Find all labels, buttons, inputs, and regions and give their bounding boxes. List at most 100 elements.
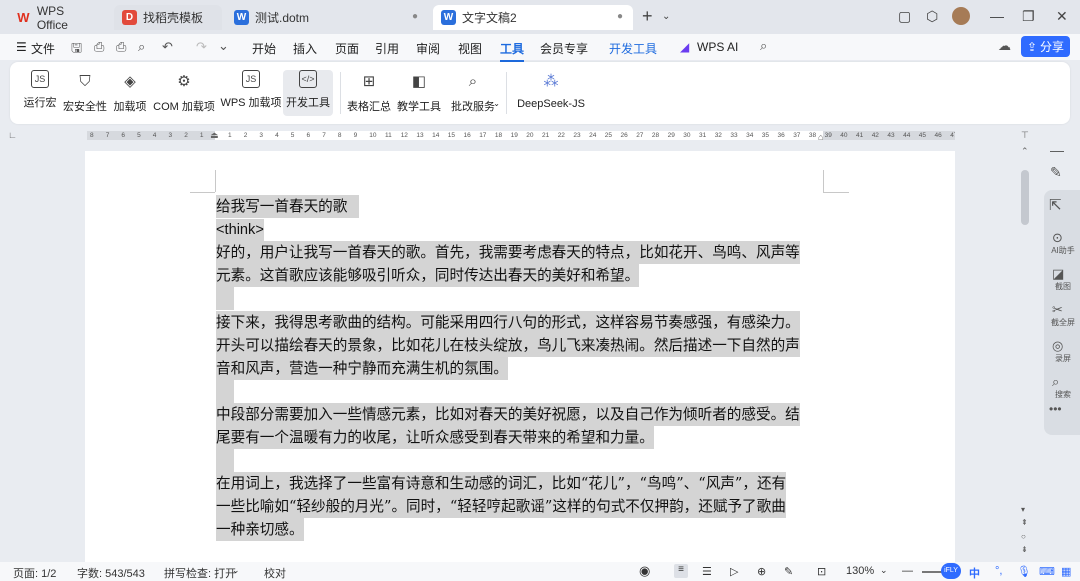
ribbon-button[interactable]: JS WPS 加载项 bbox=[220, 70, 282, 116]
minimize-icon[interactable]: — bbox=[990, 8, 1004, 24]
chevron-down-icon[interactable]: ⌄ bbox=[232, 565, 240, 576]
menu-item[interactable]: 开发工具 bbox=[609, 40, 657, 57]
close-icon[interactable]: ● bbox=[412, 11, 418, 22]
ribbon-button[interactable]: ◈ 加载项 bbox=[112, 70, 148, 116]
document-line[interactable] bbox=[216, 379, 234, 403]
menu-file[interactable]: 文件 bbox=[31, 40, 55, 57]
page-indicator[interactable]: 页面: 1/2 bbox=[13, 565, 56, 581]
ime-punct-icon[interactable]: °, bbox=[995, 565, 1002, 577]
ime-menu-icon[interactable]: ▦ bbox=[1061, 565, 1071, 578]
vertical-scrollbar[interactable] bbox=[1021, 170, 1029, 225]
hamburger-icon[interactable]: ☰ bbox=[16, 40, 27, 54]
tab-stop-icon[interactable]: ∟ bbox=[8, 130, 17, 140]
screenshot-icon[interactable]: ◪ bbox=[1052, 266, 1064, 282]
pen-icon[interactable]: ✎ bbox=[1050, 164, 1062, 181]
document-line[interactable]: 一些比喻如“轻纱般的月光”。同时，“轻轻哼起歌谣”这样的句式不仅押韵，还赋予了歌… bbox=[216, 495, 786, 519]
document-line[interactable]: 元素。这首歌应该能够吸引听众，同时传达出春天的美好和希望。 bbox=[216, 264, 640, 288]
cloud-upload-icon[interactable]: ☁ bbox=[998, 38, 1011, 54]
chevron-down-icon[interactable]: ⌄ bbox=[218, 38, 229, 54]
ai-assistant-icon[interactable]: ⊙ bbox=[1052, 230, 1063, 246]
menu-item[interactable]: 页面 bbox=[335, 40, 359, 57]
proofread[interactable]: 校对 bbox=[264, 565, 286, 581]
close-window-icon[interactable]: ✕ bbox=[1056, 8, 1068, 25]
indent-marker[interactable]: ⏏ bbox=[210, 130, 219, 141]
play-icon[interactable]: ▷ bbox=[730, 565, 738, 578]
ribbon-button[interactable]: ⊞ 表格汇总 bbox=[346, 70, 392, 116]
tab-wps-office[interactable]: W WPS Office bbox=[8, 4, 106, 32]
zoom-slider[interactable] bbox=[922, 571, 942, 573]
ime-logo-icon[interactable]: iFLY bbox=[941, 563, 961, 579]
menu-item[interactable]: 引用 bbox=[375, 40, 399, 57]
avatar[interactable] bbox=[952, 7, 970, 25]
export-icon[interactable]: ⎙ bbox=[94, 39, 104, 55]
save-icon[interactable]: 🖫 bbox=[71, 39, 82, 61]
document-line[interactable]: 好的，用户让我写一首春天的歌。首先，我需要考虑春天的特点，比如花开、鸟鸣、风声等 bbox=[216, 241, 800, 265]
eye-care-icon[interactable]: ✎ bbox=[784, 565, 793, 578]
tab-docer[interactable]: D 找稻壳模板 bbox=[114, 5, 222, 30]
web-view-icon[interactable]: ⊕ bbox=[757, 565, 766, 578]
zoom-out-icon[interactable]: — bbox=[902, 565, 913, 577]
wps-ai-icon[interactable]: ◢ bbox=[680, 40, 689, 54]
ruler-toggle-icon[interactable]: ⊤ bbox=[1021, 130, 1029, 141]
ribbon-button[interactable]: ⁂ DeepSeek-JS bbox=[517, 70, 585, 116]
document-line[interactable] bbox=[216, 449, 234, 473]
ime-mic-icon[interactable]: 🎙 bbox=[1017, 565, 1031, 578]
tab-doc2[interactable]: W 文字文稿2 ● bbox=[433, 5, 633, 30]
outline-view-icon[interactable]: ☰ bbox=[702, 565, 712, 578]
print-preview-icon[interactable]: ⌕ bbox=[138, 39, 145, 55]
select-browse-icon[interactable]: ○ bbox=[1021, 532, 1026, 541]
ribbon-button[interactable]: ⚙ COM 加载项 bbox=[152, 70, 216, 116]
ribbon-button[interactable]: </> 开发工具 bbox=[283, 70, 333, 116]
document-line[interactable]: 音和风声，营造一种宁静而充满生机的氛围。 bbox=[216, 356, 508, 380]
redo-icon[interactable]: ↷ bbox=[196, 39, 207, 55]
full-screenshot-icon[interactable]: ✂ bbox=[1052, 302, 1063, 318]
menu-item[interactable]: 工具 bbox=[500, 40, 525, 62]
zoom-level[interactable]: 130% bbox=[846, 565, 874, 577]
search-icon[interactable]: ⌕ bbox=[760, 38, 767, 54]
document-line[interactable]: 给我写一首春天的歌 bbox=[216, 195, 360, 218]
prev-page-icon[interactable]: ⇞ bbox=[1021, 518, 1028, 527]
spell-check[interactable]: 拼写检查: 打开 bbox=[164, 565, 236, 581]
menu-item[interactable]: 审阅 bbox=[416, 40, 440, 57]
restore-icon[interactable]: ❐ bbox=[1022, 8, 1035, 25]
search-icon[interactable]: ⌕ bbox=[1052, 374, 1059, 390]
menu-wps-ai[interactable]: WPS AI bbox=[697, 40, 738, 54]
document-line[interactable]: 中段部分需要加入一些情感元素，比如对春天的美好祝愿，以及自己作为倾听者的感受。结 bbox=[216, 402, 800, 426]
screen-record-icon[interactable]: ◎ bbox=[1052, 338, 1063, 354]
chevron-down-icon[interactable]: ⌄ bbox=[662, 11, 670, 22]
collapse-icon[interactable]: — bbox=[1050, 142, 1064, 158]
undo-icon[interactable]: ↶ bbox=[162, 39, 173, 55]
eye-icon[interactable]: ◉ bbox=[639, 563, 650, 579]
document-line[interactable]: 接下来，我得思考歌曲的结构。可能采用四行八句的形式，这样容易节奏感强，有感染力。 bbox=[216, 310, 800, 334]
menu-item[interactable]: 开始 bbox=[252, 40, 276, 57]
ime-lang[interactable]: 中 bbox=[969, 565, 980, 581]
ribbon-button[interactable]: JS 运行宏 bbox=[22, 70, 58, 116]
menu-item[interactable]: 会员专享 bbox=[540, 40, 588, 57]
ribbon-button[interactable]: ⌕ 批改服务 ⌄ bbox=[446, 70, 500, 116]
chevron-up-icon[interactable]: ⌃ bbox=[1021, 146, 1029, 157]
more-icon[interactable]: ••• bbox=[1049, 402, 1062, 416]
share-button[interactable]: ⇪ 分享 bbox=[1021, 36, 1070, 57]
menu-item[interactable]: 插入 bbox=[293, 40, 317, 57]
document-line[interactable]: 尾要有一个温暖有力的收尾，让听众感受到春天带来的希望和力量。 bbox=[216, 426, 654, 449]
window-icon[interactable]: ▢ bbox=[898, 8, 911, 25]
tab-test-dotm[interactable]: W 测试.dotm ● bbox=[226, 5, 428, 30]
document-line[interactable]: <think> bbox=[216, 218, 264, 243]
cursor-select-icon[interactable]: ⇱ bbox=[1049, 196, 1062, 214]
close-icon[interactable]: ● bbox=[617, 11, 623, 22]
document-line[interactable]: 开头可以描绘春天的景象，比如花儿在枝头绽放，鸟儿飞来凑热闹。然后描述一下自然的声 bbox=[216, 333, 800, 357]
word-count[interactable]: 字数: 543/543 bbox=[77, 565, 145, 581]
menu-item[interactable]: 视图 bbox=[458, 40, 482, 57]
document-line[interactable]: 一种亲切感。 bbox=[216, 518, 304, 542]
document-line[interactable]: 在用词上，我选择了一些富有诗意和生动感的词汇，比如“花儿”，“鸟鸣”、“风声”，… bbox=[216, 472, 787, 496]
print-icon[interactable]: ⎙ bbox=[116, 39, 126, 55]
right-indent-marker[interactable]: ⌂ bbox=[818, 132, 823, 142]
cube-icon[interactable]: ⬡ bbox=[926, 8, 938, 25]
ime-keyboard-icon[interactable]: ⌨ bbox=[1039, 565, 1055, 578]
scroll-arrow-icon[interactable]: ▾ bbox=[1021, 505, 1025, 514]
next-page-icon[interactable]: ⇟ bbox=[1021, 545, 1028, 554]
fit-page-icon[interactable]: ⊡ bbox=[817, 565, 826, 578]
ribbon-button[interactable]: ◧ 教学工具 bbox=[396, 70, 442, 116]
chevron-down-icon[interactable]: ⌄ bbox=[880, 565, 888, 576]
new-tab-icon[interactable]: + bbox=[642, 6, 653, 27]
